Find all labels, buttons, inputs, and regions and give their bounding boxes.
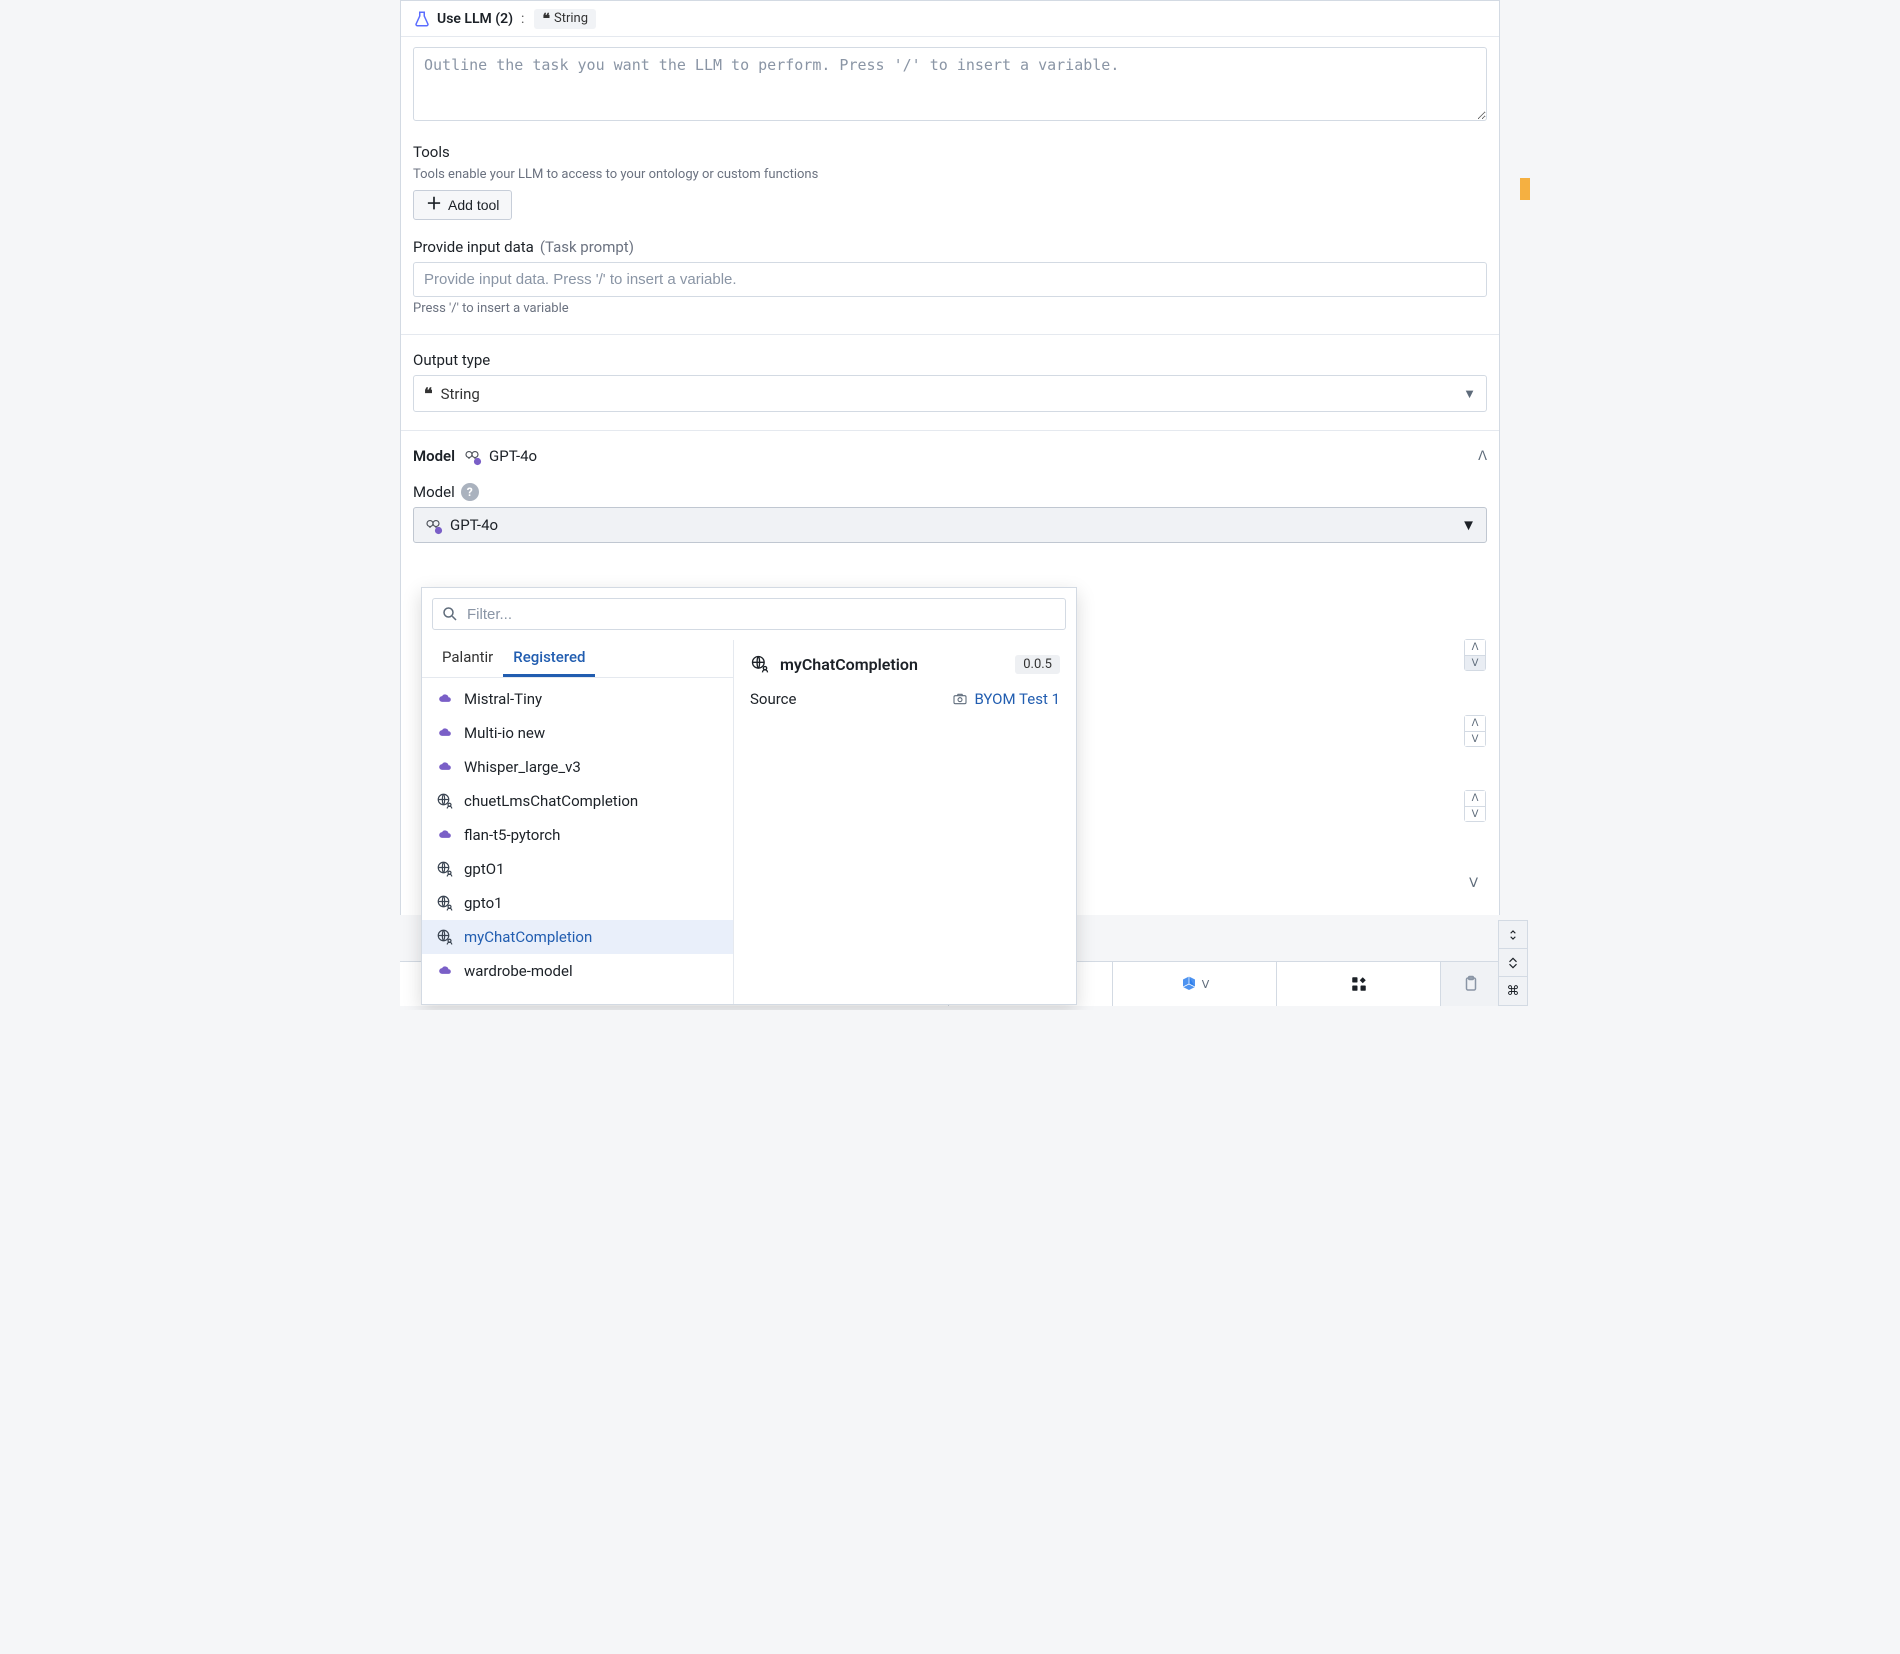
model-item-multi-io-new[interactable]: Multi-io new — [422, 716, 733, 750]
output-type-chip: ❝ String — [534, 9, 596, 29]
model-item-gpto1[interactable]: gpto1 — [422, 886, 733, 920]
plus-icon: ＋ — [426, 197, 442, 213]
caret-down-icon: ᐯ — [1202, 978, 1210, 991]
model-section: Model GPT-4o ᐱ Model ? — [413, 447, 1487, 543]
tools-hint: Tools enable your LLM to access to your … — [413, 167, 1487, 182]
model-list: Mistral-Tiny Multi-io new Whisper_large_v3… — [422, 678, 733, 1004]
model-item-chuetlmschatcompletion[interactable]: chuetLmsChatCompletion — [422, 784, 733, 818]
output-type-label: Output type — [413, 351, 1487, 369]
tab-registered[interactable]: Registered — [503, 640, 595, 677]
model-item-whisper-large-v3[interactable]: Whisper_large_v3 — [422, 750, 733, 784]
globe-person-icon — [436, 928, 454, 946]
stepper-up-icon[interactable]: ᐱ — [1465, 716, 1485, 731]
input-data-label: Provide input data (Task prompt) — [413, 238, 1487, 256]
cloud-icon — [436, 826, 454, 844]
dropdown-tabs: Palantir Registered — [422, 640, 733, 678]
cloud-icon — [436, 962, 454, 980]
model-item-gpto1[interactable]: gptO1 — [422, 852, 733, 886]
model-item-label: gptO1 — [464, 860, 505, 878]
chevron-up-icon[interactable]: ᐱ — [1478, 449, 1487, 464]
caret-down-icon: ▼ — [1463, 386, 1476, 402]
source-label: Source — [750, 690, 796, 708]
toolbar-apps-button[interactable] — [1276, 962, 1440, 1006]
help-icon[interactable]: ? — [461, 483, 479, 501]
quote-icon: ❝ — [542, 11, 550, 27]
model-item-mistral-tiny[interactable]: Mistral-Tiny — [422, 682, 733, 716]
collapse-icon[interactable] — [1499, 949, 1527, 977]
camera-icon — [952, 691, 968, 707]
number-stepper[interactable]: ᐱ ᐯ — [1464, 790, 1486, 822]
model-item-label: flan-t5-pytorch — [464, 826, 560, 844]
cube-icon: ᐯ — [1180, 975, 1210, 993]
model-item-label: gpto1 — [464, 894, 503, 912]
expand-vertical-icon[interactable] — [1499, 921, 1527, 949]
model-current: GPT-4o — [489, 447, 537, 465]
toolbar-clipboard-button[interactable] — [1440, 962, 1500, 1006]
model-item-label: wardrobe-model — [464, 962, 573, 980]
detail-name: myChatCompletion — [780, 655, 918, 674]
input-data-hint: Press '/' to insert a variable — [413, 301, 1487, 316]
stepper-down-icon[interactable]: ᐯ — [1465, 806, 1485, 821]
globe-person-icon — [750, 654, 770, 674]
input-data-section: Provide input data (Task prompt) Press '… — [413, 238, 1487, 316]
filter-input-wrap — [432, 598, 1066, 630]
keyboard-shortcut-icon[interactable]: ⌘ — [1499, 977, 1527, 1005]
cloud-icon — [436, 690, 454, 708]
version-chip: 0.0.5 — [1015, 655, 1060, 674]
orange-tag — [1520, 178, 1530, 200]
divider — [401, 430, 1499, 431]
model-item-label: chuetLmsChatCompletion — [464, 792, 638, 810]
globe-person-icon — [436, 894, 454, 912]
tools-label: Tools — [413, 143, 1487, 161]
output-type-select[interactable]: ❝ String ▼ — [413, 375, 1487, 412]
panel-title: Use LLM (2) — [437, 11, 513, 27]
add-tool-button[interactable]: ＋ Add tool — [413, 190, 512, 220]
number-stepper[interactable]: ᐱ ᐯ — [1464, 715, 1486, 747]
model-field-label: Model ? — [413, 483, 1487, 501]
chevron-down-icon[interactable]: ᐯ — [1469, 876, 1478, 891]
cloud-icon — [436, 758, 454, 776]
quote-icon: ❝ — [424, 384, 433, 403]
dropdown-detail-pane: myChatCompletion 0.0.5 Source BYOM Test … — [734, 640, 1076, 1004]
stepper-up-icon[interactable]: ᐱ — [1465, 791, 1485, 806]
output-type-section: Output type ❝ String ▼ — [413, 351, 1487, 412]
apps-icon — [1350, 975, 1368, 993]
model-item-label: Multi-io new — [464, 724, 545, 742]
instructions-input[interactable] — [413, 47, 1487, 121]
search-icon — [441, 605, 459, 623]
stepper-down-icon[interactable]: ᐯ — [1465, 731, 1485, 746]
panel-header: Use LLM (2) : ❝ String — [401, 1, 1499, 37]
toolbar-cube-button[interactable]: ᐯ — [1112, 962, 1276, 1006]
instructions-section — [413, 47, 1487, 125]
input-data-input[interactable] — [413, 262, 1487, 297]
brain-icon — [424, 516, 442, 534]
model-item-mychatcompletion[interactable]: myChatCompletion — [422, 920, 733, 954]
globe-person-icon — [436, 860, 454, 878]
stepper-up-icon[interactable]: ᐱ — [1465, 640, 1485, 655]
model-item-label: Mistral-Tiny — [464, 690, 542, 708]
cloud-icon — [436, 724, 454, 742]
number-stepper[interactable]: ᐱ ᐯ — [1464, 639, 1486, 671]
tab-palantir[interactable]: Palantir — [432, 640, 503, 677]
model-item-wardrobe-model[interactable]: wardrobe-model — [422, 954, 733, 988]
model-item-label: myChatCompletion — [464, 928, 592, 946]
flask-icon — [413, 10, 431, 28]
model-item-flan-t5-pytorch[interactable]: flan-t5-pytorch — [422, 818, 733, 852]
stepper-down-icon[interactable]: ᐯ — [1465, 655, 1485, 670]
model-select[interactable]: GPT-4o ▼ — [413, 507, 1487, 543]
tools-section: Tools Tools enable your LLM to access to… — [413, 143, 1487, 220]
clipboard-icon — [1462, 975, 1480, 993]
brain-icon — [463, 447, 481, 465]
float-rail: ⌘ — [1498, 920, 1528, 1006]
filter-input[interactable] — [467, 606, 1057, 623]
source-link[interactable]: BYOM Test 1 — [952, 690, 1060, 708]
caret-down-icon: ▼ — [1461, 516, 1476, 534]
divider — [401, 334, 1499, 335]
model-item-label: Whisper_large_v3 — [464, 758, 581, 776]
model-dropdown-popover: Palantir Registered Mistral-Tiny Multi-io… — [421, 587, 1077, 1005]
globe-person-icon — [436, 792, 454, 810]
model-section-label: Model — [413, 447, 455, 465]
